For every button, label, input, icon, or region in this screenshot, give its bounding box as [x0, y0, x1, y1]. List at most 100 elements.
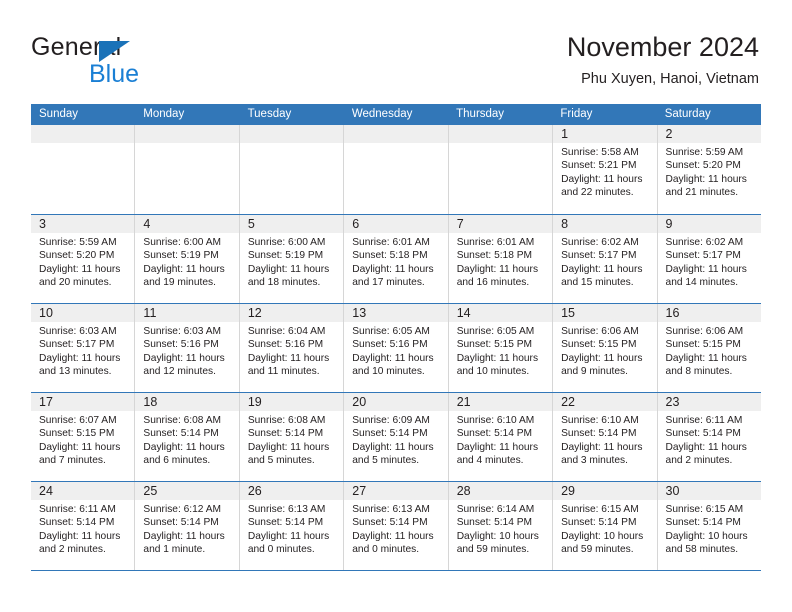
day-sun-info: Sunrise: 6:14 AM Sunset: 5:14 PM Daylight:… [449, 500, 552, 557]
day-cell[interactable]: 15 Sunrise: 6:06 AM Sunset: 5:15 PM Dayligh… [553, 304, 658, 392]
sunrise-text: Sunrise: 6:07 AM [39, 415, 117, 426]
day-cell[interactable]: 25 Sunrise: 6:12 AM Sunset: 5:14 PM Dayligh… [135, 482, 240, 570]
sunset-text: Sunset: 5:16 PM [143, 339, 219, 351]
day-sun-info: Sunrise: 6:05 AM Sunset: 5:16 PM Daylight:… [344, 322, 447, 379]
day-cell[interactable]: 28 Sunrise: 6:14 AM Sunset: 5:14 PM Dayligh… [448, 482, 554, 570]
day-cell[interactable]: 29 Sunrise: 6:15 AM Sunset: 5:14 PM Dayligh… [553, 482, 658, 570]
daylight-text: Daylight: 11 hours and 22 minutes. [561, 173, 643, 199]
sunrise-text: Sunrise: 5:59 AM [39, 237, 117, 248]
day-cell[interactable]: 16 Sunrise: 6:06 AM Sunset: 5:15 PM Dayligh… [657, 304, 761, 392]
sunrise-text: Sunrise: 6:06 AM [561, 326, 639, 337]
day-sun-info: Sunrise: 6:06 AM Sunset: 5:15 PM Daylight:… [658, 322, 761, 379]
sunrise-text: Sunrise: 6:03 AM [39, 326, 117, 337]
sunrise-text: Sunrise: 6:03 AM [143, 326, 222, 337]
day-cell[interactable]: 24 Sunrise: 6:11 AM Sunset: 5:14 PM Dayligh… [31, 482, 136, 570]
weekday-wednesday: Wednesday [351, 108, 413, 120]
day-cell[interactable]: 7 Sunrise: 6:01 AM Sunset: 5:18 PM Daylight… [448, 215, 554, 303]
sunset-text: Sunset: 5:14 PM [247, 428, 324, 440]
weekday-sunday: Sunday [39, 108, 79, 120]
day-cell[interactable]: 17 Sunrise: 6:07 AM Sunset: 5:15 PM Dayligh… [31, 393, 136, 481]
daylight-text: Daylight: 11 hours and 0 minutes. [352, 530, 434, 556]
day-sun-info: Sunrise: 6:01 AM Sunset: 5:18 PM Daylight:… [449, 233, 552, 290]
day-number: 17 [31, 393, 135, 411]
day-sun-info: Sunrise: 6:11 AM Sunset: 5:14 PM Daylight:… [658, 411, 761, 468]
daylight-text: Daylight: 11 hours and 9 minutes. [561, 352, 643, 378]
day-cell[interactable]: 4 Sunrise: 6:00 AM Sunset: 5:19 PM Daylight… [135, 215, 240, 303]
day-cell[interactable]: 12 Sunrise: 6:04 AM Sunset: 5:16 PM Dayligh… [239, 304, 345, 392]
day-number: 9 [657, 215, 761, 233]
day-cell[interactable]: 27 Sunrise: 6:13 AM Sunset: 5:14 PM Dayligh… [344, 482, 449, 570]
sunset-text: Sunset: 5:14 PM [352, 428, 428, 440]
day-cell[interactable]: 3 Sunrise: 5:59 AM Sunset: 5:20 PM Daylight… [31, 215, 136, 303]
daylight-text: Daylight: 11 hours and 18 minutes. [247, 263, 330, 289]
day-number: 25 [135, 482, 239, 500]
day-number: 1 [553, 125, 657, 143]
daylight-text: Daylight: 11 hours and 5 minutes. [352, 441, 434, 467]
day-sun-info: Sunrise: 6:02 AM Sunset: 5:17 PM Daylight:… [658, 233, 761, 290]
sunrise-text: Sunrise: 6:14 AM [456, 504, 535, 515]
day-number: 21 [448, 393, 553, 411]
day-number: 22 [553, 393, 657, 411]
sunset-text: Sunset: 5:15 PM [456, 339, 533, 351]
daylight-text: Daylight: 11 hours and 10 minutes. [456, 352, 539, 378]
day-cell[interactable]: 5 Sunrise: 6:00 AM Sunset: 5:19 PM Daylight… [239, 215, 345, 303]
day-number: 15 [553, 304, 657, 322]
day-cell[interactable]: 11 Sunrise: 6:03 AM Sunset: 5:16 PM Dayligh… [135, 304, 240, 392]
sunset-text: Sunset: 5:14 PM [352, 517, 428, 529]
daylight-text: Daylight: 11 hours and 16 minutes. [456, 263, 539, 289]
day-number [239, 125, 344, 143]
sunset-text: Sunset: 5:16 PM [352, 339, 428, 351]
day-number: 29 [553, 482, 657, 500]
day-cell[interactable]: 19 Sunrise: 6:08 AM Sunset: 5:14 PM Dayligh… [239, 393, 345, 481]
day-cell[interactable]: 23 Sunrise: 6:11 AM Sunset: 5:14 PM Dayligh… [657, 393, 761, 481]
day-cell-empty [31, 125, 136, 214]
logo-triangle-icon [99, 41, 130, 62]
day-cell[interactable]: 21 Sunrise: 6:10 AM Sunset: 5:14 PM Dayligh… [448, 393, 554, 481]
sunrise-text: Sunrise: 6:00 AM [247, 237, 326, 248]
day-cell[interactable]: 30 Sunrise: 6:15 AM Sunset: 5:14 PM Dayligh… [657, 482, 761, 570]
sunset-text: Sunset: 5:14 PM [665, 517, 741, 529]
sunset-text: Sunset: 5:14 PM [39, 517, 115, 529]
day-number: 26 [239, 482, 344, 500]
day-sun-info: Sunrise: 6:03 AM Sunset: 5:17 PM Daylight:… [31, 322, 134, 379]
daylight-text: Daylight: 10 hours and 59 minutes. [456, 530, 539, 556]
day-cell[interactable]: 18 Sunrise: 6:08 AM Sunset: 5:14 PM Dayligh… [135, 393, 240, 481]
day-cell[interactable]: 14 Sunrise: 6:05 AM Sunset: 5:15 PM Dayligh… [448, 304, 554, 392]
day-sun-info: Sunrise: 6:08 AM Sunset: 5:14 PM Daylight:… [240, 411, 343, 468]
day-cell[interactable]: 9 Sunrise: 6:02 AM Sunset: 5:17 PM Daylight… [657, 215, 761, 303]
day-number: 3 [31, 215, 135, 233]
day-cell[interactable]: 20 Sunrise: 6:09 AM Sunset: 5:14 PM Dayligh… [344, 393, 449, 481]
day-cell[interactable]: 10 Sunrise: 6:03 AM Sunset: 5:17 PM Dayligh… [31, 304, 136, 392]
day-cell-empty [239, 125, 345, 214]
day-cell[interactable]: 13 Sunrise: 6:05 AM Sunset: 5:16 PM Dayligh… [344, 304, 449, 392]
sunset-text: Sunset: 5:14 PM [247, 517, 324, 529]
sunset-text: Sunset: 5:14 PM [456, 517, 533, 529]
sunset-text: Sunset: 5:14 PM [456, 428, 533, 440]
weekday-header-row: Sunday Monday Tuesday Wednesday Thursday… [31, 104, 761, 125]
daylight-text: Daylight: 11 hours and 6 minutes. [143, 441, 225, 467]
calendar-weeks: 1 Sunrise: 5:58 AM Sunset: 5:21 PM Daylight… [31, 125, 761, 571]
day-cell-empty [448, 125, 554, 214]
day-cell[interactable]: 8 Sunrise: 6:02 AM Sunset: 5:17 PM Daylight… [553, 215, 658, 303]
day-number [31, 125, 135, 143]
day-sun-info: Sunrise: 6:01 AM Sunset: 5:18 PM Daylight:… [344, 233, 447, 290]
day-cell[interactable]: 26 Sunrise: 6:13 AM Sunset: 5:14 PM Dayligh… [239, 482, 345, 570]
daylight-text: Daylight: 10 hours and 58 minutes. [665, 530, 748, 556]
day-number: 23 [657, 393, 761, 411]
general-blue-logo[interactable]: General Blue [31, 33, 271, 89]
weekday-tuesday: Tuesday [247, 108, 292, 120]
day-cell[interactable]: 1 Sunrise: 5:58 AM Sunset: 5:21 PM Daylight… [553, 125, 658, 214]
sunset-text: Sunset: 5:18 PM [352, 250, 428, 262]
title-block: November 2024 Phu Xuyen, Hanoi, Vietnam [567, 30, 759, 89]
day-sun-info: Sunrise: 6:15 AM Sunset: 5:14 PM Daylight:… [553, 500, 656, 557]
day-cell[interactable]: 6 Sunrise: 6:01 AM Sunset: 5:18 PM Daylight… [344, 215, 449, 303]
day-cell[interactable]: 2 Sunrise: 5:59 AM Sunset: 5:20 PM Daylight… [657, 125, 761, 214]
day-number: 7 [448, 215, 553, 233]
day-sun-info: Sunrise: 6:15 AM Sunset: 5:14 PM Daylight:… [658, 500, 761, 557]
daylight-text: Daylight: 11 hours and 4 minutes. [456, 441, 539, 467]
sunset-text: Sunset: 5:20 PM [665, 160, 741, 172]
day-cell[interactable]: 22 Sunrise: 6:10 AM Sunset: 5:14 PM Dayligh… [553, 393, 658, 481]
sunrise-text: Sunrise: 6:11 AM [665, 415, 743, 426]
day-number [448, 125, 553, 143]
sunset-text: Sunset: 5:15 PM [39, 428, 115, 440]
